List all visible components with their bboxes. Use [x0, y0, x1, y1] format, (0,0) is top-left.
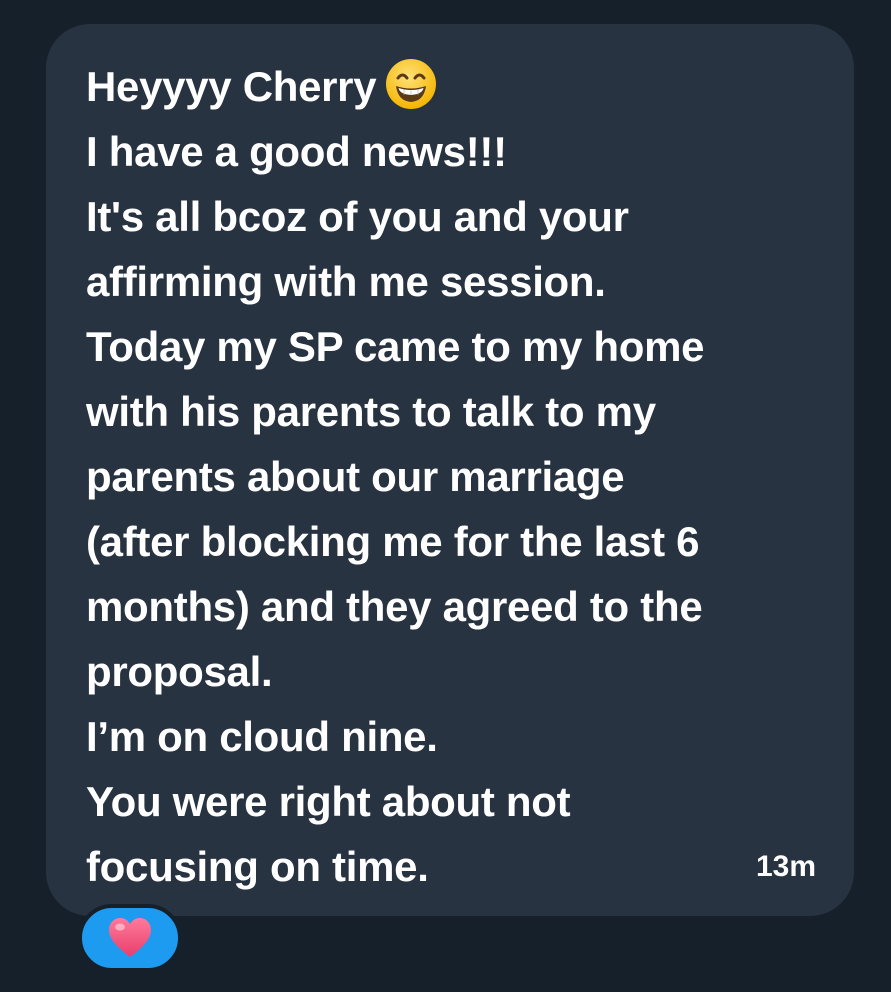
message-line: parents about our marriage [86, 453, 625, 500]
grinning-face-emoji-icon [384, 57, 438, 111]
message-line: You were right about not [86, 778, 571, 825]
message-line: affirming with me session. [86, 258, 606, 305]
message-line: Today my SP came to my home [86, 323, 705, 370]
message-line: It's all bcoz of you and your [86, 193, 629, 240]
heart-reaction-button[interactable] [78, 904, 182, 972]
message-line: proposal. [86, 648, 273, 695]
message-line: with his parents to talk to my [86, 388, 656, 435]
message-line: Heyyyy Cherry [86, 54, 816, 119]
message-bubble[interactable]: Heyyyy Cherry I have a good news!!! It's… [46, 24, 854, 916]
message-line: I’m on cloud nine. [86, 713, 438, 760]
message-line: (after blocking me for the last 6 [86, 518, 700, 565]
message-line: months) and they agreed to the [86, 583, 703, 630]
message-timestamp: 13m [755, 850, 816, 883]
message-line-text: Heyyyy Cherry [86, 63, 377, 110]
message-line: focusing on time. [86, 843, 429, 890]
message-text: Heyyyy Cherry I have a good news!!! It's… [86, 54, 816, 899]
heart-icon [109, 918, 151, 957]
message-line: I have a good news!!! [86, 128, 507, 175]
